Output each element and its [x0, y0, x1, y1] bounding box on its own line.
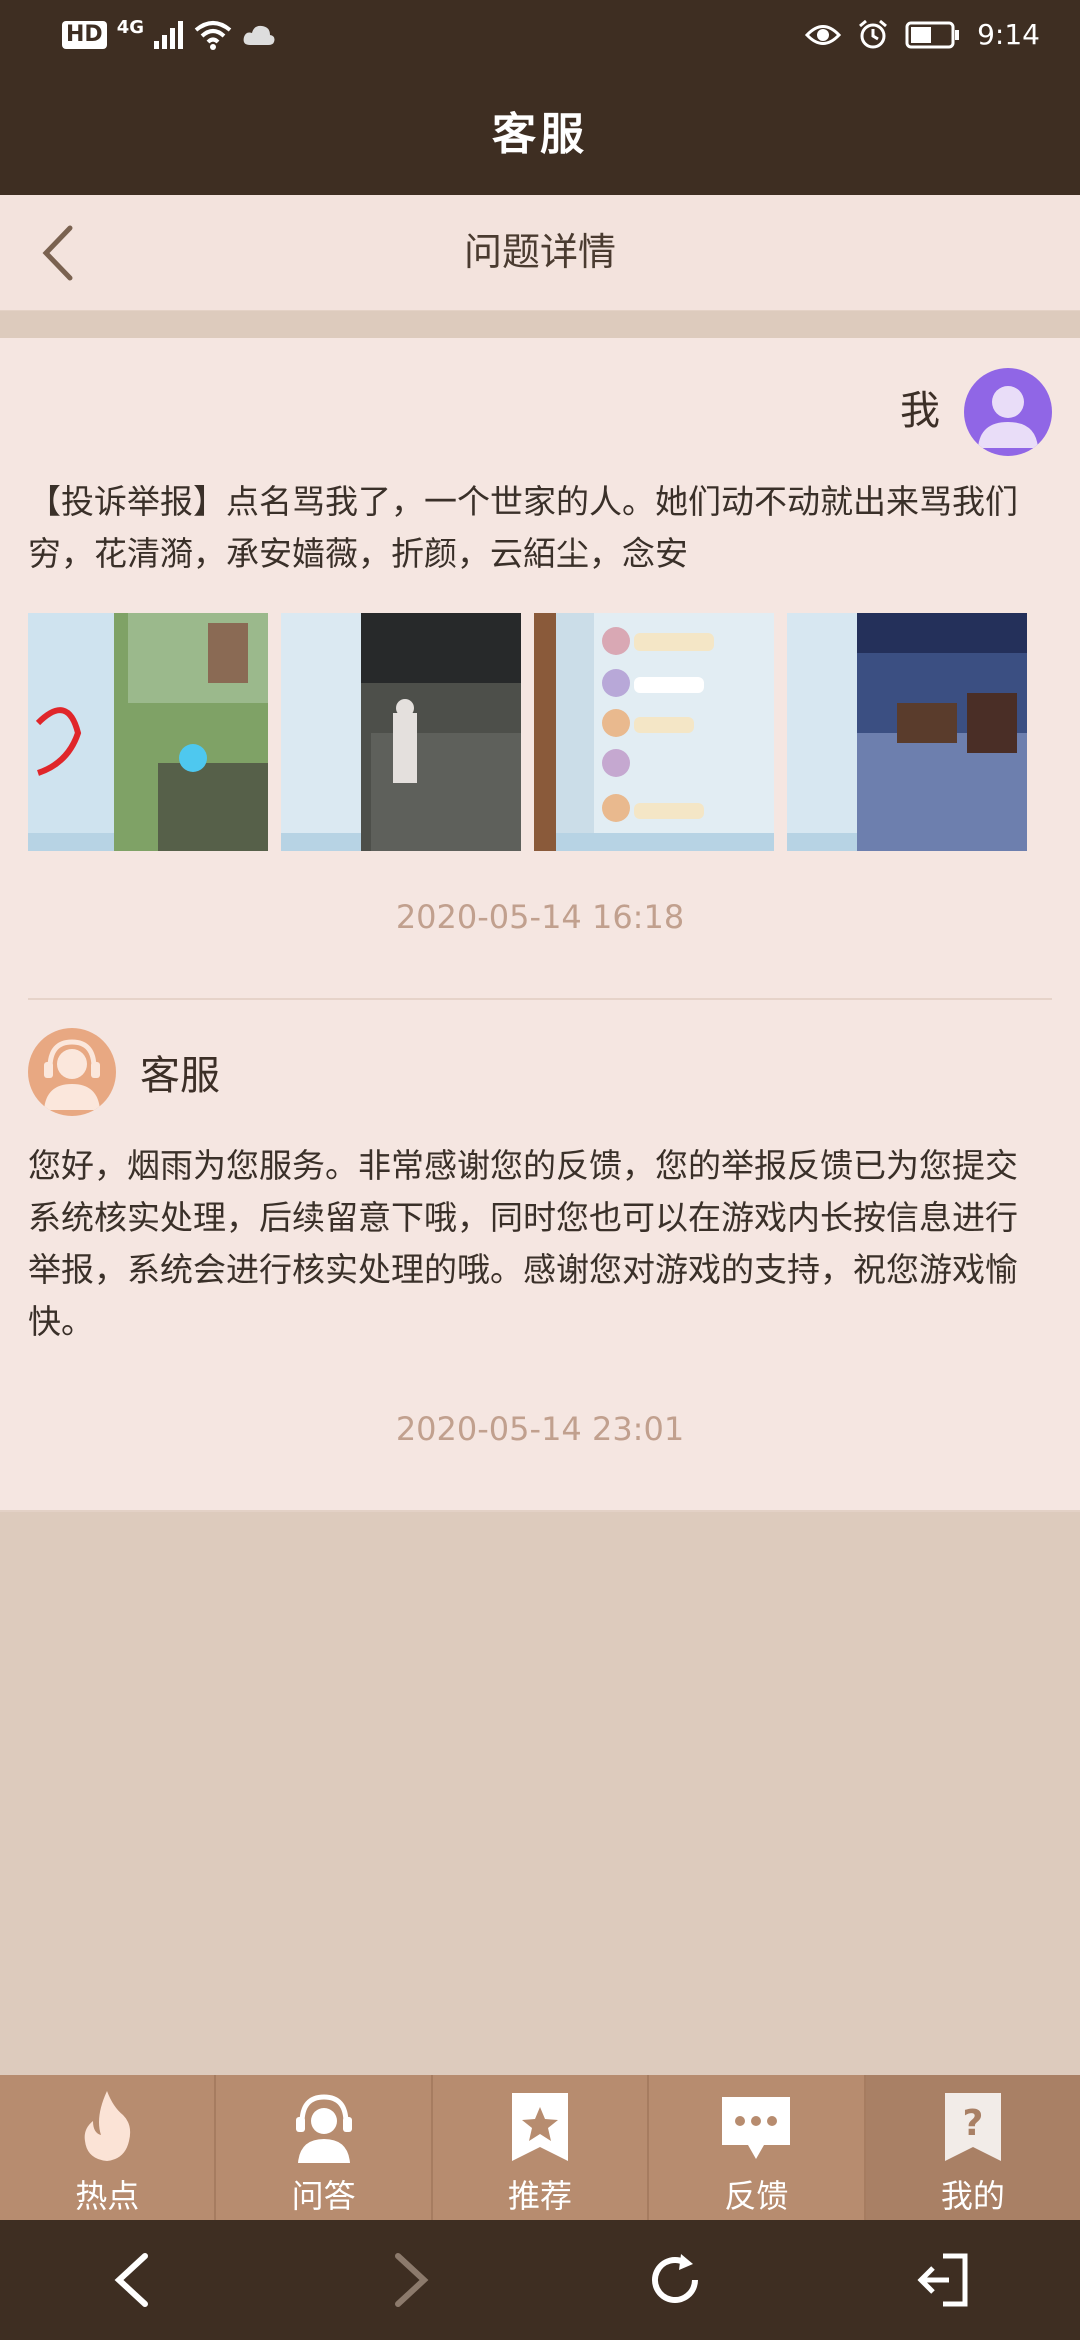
battery-icon	[905, 21, 960, 48]
wifi-icon	[194, 21, 232, 50]
reply-timestamp: 2020-05-14 23:01	[395, 1410, 685, 1448]
browser-nav-bar	[0, 2220, 1080, 2340]
alarm-icon	[859, 19, 888, 48]
status-right: 9:14	[805, 18, 1040, 51]
flame-icon	[84, 2091, 131, 2161]
tab-hot[interactable]: 热点	[0, 2075, 217, 2220]
conversation-card: 我 【投诉举报】点名骂我了，一个世家的人。她们动不动就出来骂我们穷，花清漪，承安…	[0, 338, 1080, 1512]
attachment-thumbnail-1[interactable]	[28, 613, 268, 851]
headset-icon	[44, 1039, 100, 1110]
game-screenshot-image	[787, 613, 1027, 851]
person-icon	[978, 386, 1038, 448]
app-title-bar: 客服	[0, 75, 1080, 195]
tab-qa[interactable]: 问答	[216, 2075, 433, 2220]
tab-feedback[interactable]: 反馈	[649, 2075, 866, 2220]
reply-text: 您好，烟雨为您服务。非常感谢您的反馈，您的举报反馈已为您提交系统核实处理，后续留…	[28, 1146, 1018, 1341]
question-icon: ?	[944, 2093, 1001, 2161]
user-avatar[interactable]	[964, 368, 1052, 456]
game-screenshot-image	[534, 613, 774, 851]
question-timestamp: 2020-05-14 16:18	[395, 898, 685, 936]
svg-text:?: ?	[962, 2103, 983, 2144]
tab-label: 推荐	[508, 2177, 573, 2215]
tab-bar: 热点 问答 推荐 反馈 ? 我的	[0, 2075, 1080, 2220]
status-left: HD 4G	[62, 16, 276, 50]
headset-icon	[295, 2094, 352, 2163]
chat-bubble-icon	[722, 2097, 791, 2159]
status-bar: HD 4G 9:14	[0, 0, 1080, 75]
attachment-list	[28, 613, 1027, 851]
attachment-thumbnail-4[interactable]	[787, 613, 1027, 851]
service-avatar	[28, 1028, 116, 1116]
tab-recommend[interactable]: 推荐	[433, 2075, 650, 2220]
service-name: 客服	[140, 1053, 220, 1099]
tab-mine[interactable]: ? 我的	[865, 2075, 1080, 2220]
clock-time: 9:14	[977, 18, 1040, 51]
cloud-icon	[243, 25, 275, 45]
star-bookmark-icon	[512, 2093, 569, 2161]
game-screenshot-image	[28, 613, 268, 851]
attachment-thumbnail-3[interactable]	[534, 613, 774, 851]
question-text: 【投诉举报】点名骂我了，一个世家的人。她们动不动就出来骂我们穷，花清漪，承安嫱薇…	[28, 482, 1018, 573]
tab-label: 我的	[940, 2177, 1005, 2215]
user-name: 我	[900, 388, 940, 434]
forward-icon[interactable]	[378, 2250, 438, 2310]
signal-icon	[154, 21, 183, 49]
hd-badge: HD	[62, 21, 107, 49]
divider	[28, 998, 1052, 1000]
tab-label: 热点	[75, 2177, 140, 2215]
page-title: 问题详情	[463, 230, 616, 274]
back-icon[interactable]	[105, 2250, 165, 2310]
refresh-icon[interactable]	[645, 2250, 705, 2310]
app-title: 客服	[492, 109, 588, 160]
tab-label: 问答	[291, 2177, 356, 2215]
exit-icon[interactable]	[915, 2250, 975, 2310]
attachment-thumbnail-2[interactable]	[281, 613, 521, 851]
game-screenshot-image	[281, 613, 521, 851]
page-header: 问题详情	[0, 195, 1080, 311]
tab-label: 反馈	[724, 2177, 789, 2215]
network-type: 4G	[116, 16, 144, 38]
eye-icon	[805, 24, 842, 45]
